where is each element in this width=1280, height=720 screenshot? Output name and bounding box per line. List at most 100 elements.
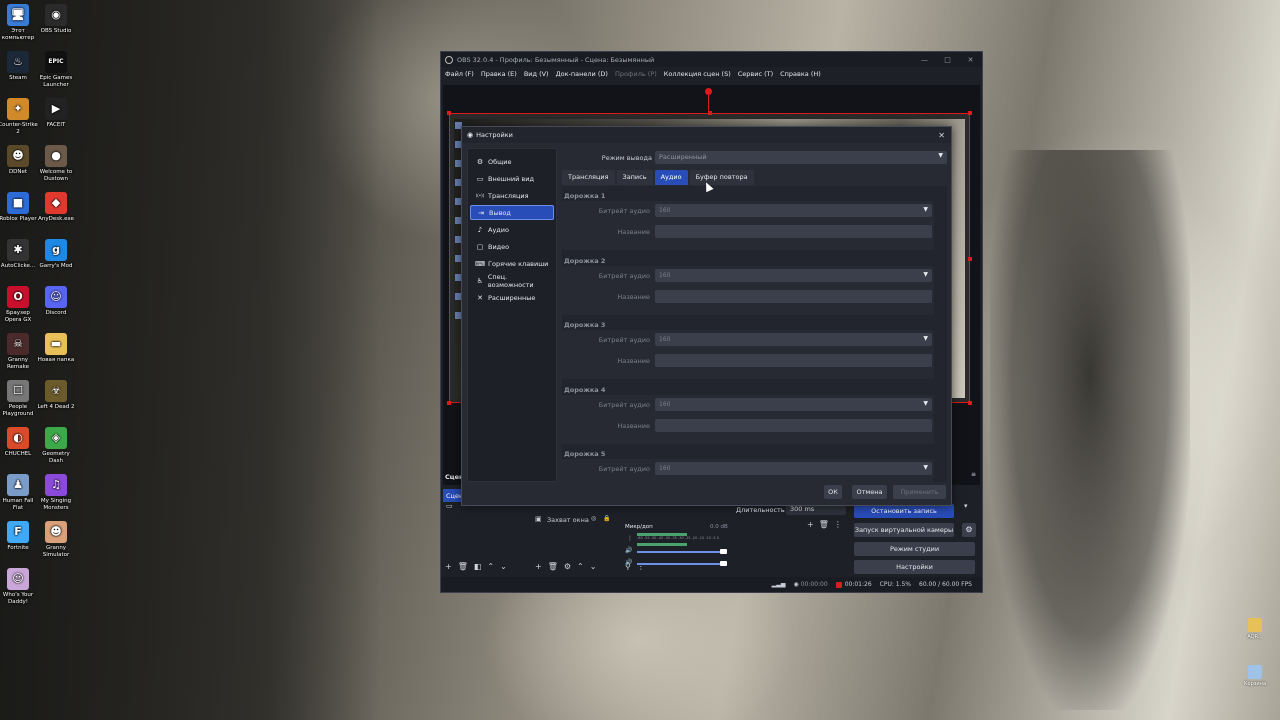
dock-menu-icon[interactable]: ≡ xyxy=(971,471,976,478)
rotation-handle[interactable] xyxy=(705,88,712,95)
lock-icon[interactable]: 🔒 xyxy=(603,515,610,522)
output-tab[interactable]: Буфер повтора xyxy=(689,170,754,185)
audio-bitrate-select[interactable]: 160 ▼ xyxy=(655,333,932,346)
desktop-icon[interactable]: g Garry's Mod xyxy=(36,239,76,270)
tray-item-recycle-bin[interactable]: Корзина xyxy=(1240,665,1270,687)
chevron-down-icon[interactable]: ▾ xyxy=(964,502,968,510)
desktop-icon[interactable]: ● Welcome to Dustown xyxy=(36,145,76,183)
output-tab[interactable]: Аудио xyxy=(654,170,688,185)
start-virtual-camera-button[interactable]: Запуск виртуальной камеры xyxy=(854,523,954,537)
desktop-icon[interactable]: ☐ People Playground xyxy=(0,380,38,418)
audio-bitrate-select[interactable]: 160 ▼ xyxy=(655,204,932,217)
desktop-icon[interactable]: ◐ CHUCHEL xyxy=(0,427,38,458)
desktop-icon[interactable]: ☻ DDNet xyxy=(0,145,38,176)
output-mode-select[interactable]: Расширенный ▼ xyxy=(655,151,947,164)
desktop-icon[interactable]: ▬ Новая папка xyxy=(36,333,76,364)
desktop-icon[interactable]: ◈ Geometry Dash xyxy=(36,427,76,465)
tray-item-folder[interactable]: AQR... xyxy=(1240,618,1270,640)
close-icon[interactable]: ✕ xyxy=(959,56,982,64)
cancel-button[interactable]: Отмена xyxy=(852,485,887,499)
volume-slider-knob[interactable] xyxy=(720,549,727,554)
track-name-input[interactable] xyxy=(655,354,932,367)
obs-titlebar[interactable]: OBS 32.0.4 - Профиль: Безымянный - Сцена… xyxy=(441,52,982,67)
studio-mode-button[interactable]: Режим студии xyxy=(854,542,975,556)
desktop-icon[interactable]: 🖥 Этот компьютер xyxy=(0,4,38,42)
stop-recording-button[interactable]: Остановить запись xyxy=(854,504,954,518)
source-list-item[interactable]: Захват окна xyxy=(547,516,589,524)
desktop-icon[interactable]: ☣ Left 4 Dead 2 xyxy=(36,380,76,411)
desktop-icon[interactable]: O Браузер Opera GX xyxy=(0,286,38,324)
track-name-input[interactable] xyxy=(655,418,932,432)
resize-handle[interactable] xyxy=(968,257,972,261)
speaker-icon[interactable]: 🔊 xyxy=(625,559,632,566)
settings-button[interactable]: Настройки xyxy=(854,560,975,574)
desktop-icon[interactable]: ☺ Discord xyxy=(36,286,76,317)
resize-handle[interactable] xyxy=(447,401,451,405)
settings-category-item[interactable]: ✕ Расширенные xyxy=(470,290,554,305)
settings-category-item[interactable]: ♿ Спец. возможности xyxy=(470,273,554,289)
ok-button[interactable]: ОК xyxy=(824,485,842,499)
menu-item[interactable]: Файл (F) xyxy=(445,70,474,78)
output-tab[interactable]: Запись xyxy=(616,170,653,185)
scrollbar[interactable] xyxy=(938,186,946,482)
settings-category-item[interactable]: ⚙ Общие xyxy=(470,154,554,169)
output-tab[interactable]: Трансляция xyxy=(562,170,615,185)
desktop-icon[interactable]: ☻ Granny Simulator xyxy=(36,521,76,559)
desktop-icon[interactable]: EPIC Epic Games Launcher xyxy=(36,51,76,89)
settings-category-item[interactable]: ((•)) Трансляция xyxy=(470,188,554,203)
sources-toolbar[interactable]: +🗑⚙⌃⌄ xyxy=(535,562,602,571)
desktop-icon[interactable]: ♫ My Singing Monsters xyxy=(36,474,76,512)
menu-item[interactable]: Правка (E) xyxy=(481,70,517,78)
desktop-icon[interactable]: ◆ AnyDesk.exe xyxy=(36,192,76,223)
speaker-icon[interactable]: 🔊 xyxy=(625,547,632,554)
menu-item[interactable]: Коллекция сцен (S) xyxy=(664,70,731,78)
minimize-icon[interactable]: — xyxy=(913,56,936,64)
menu-item[interactable]: Вид (V) xyxy=(524,70,549,78)
desktop-icon[interactable]: ✱ AutoClicke... xyxy=(0,239,38,270)
menu-item[interactable]: Справка (H) xyxy=(780,70,821,78)
resize-handle[interactable] xyxy=(968,401,972,405)
desktop-icon[interactable]: ♟ Human Fall Flat xyxy=(0,474,38,512)
desktop-icon-label: People Playground xyxy=(2,404,34,417)
chevron-down-icon: ▼ xyxy=(923,270,928,278)
menu-item[interactable]: Док-панели (D) xyxy=(556,70,608,78)
audio-bitrate-select[interactable]: 160 ▼ xyxy=(655,268,932,282)
desktop-icon[interactable]: ■ Roblox Player xyxy=(0,192,38,223)
resize-handle[interactable] xyxy=(447,111,451,115)
desktop-icon[interactable]: ☺ Who's Your Daddy! xyxy=(0,568,38,606)
menu-item[interactable]: Сервис (T) xyxy=(738,70,773,78)
scenes-toolbar[interactable]: +🗑◧⌃⌄ xyxy=(445,562,513,571)
desktop-icon[interactable]: ◉ OBS Studio xyxy=(36,4,76,35)
desktop-icon[interactable]: ☠ Granny Remake xyxy=(0,333,38,371)
category-icon: ♿ xyxy=(476,276,484,285)
visibility-icon[interactable]: ◎ xyxy=(591,515,596,522)
settings-category-item[interactable]: ▭ Внешний вид xyxy=(470,171,554,186)
audio-bitrate-select[interactable]: 160 ▼ xyxy=(655,397,932,411)
menu-item[interactable]: Профиль (P) xyxy=(615,70,657,78)
settings-titlebar[interactable]: ◉ Настройки ✕ xyxy=(462,127,951,143)
settings-category-item[interactable]: ▢ Видео xyxy=(470,239,554,254)
maximize-icon[interactable]: □ xyxy=(936,56,959,64)
kebab-icon[interactable]: ⋮ xyxy=(627,535,633,542)
apply-button[interactable]: Применить xyxy=(893,485,946,499)
virtual-camera-settings-gear-icon[interactable]: ⚙ xyxy=(962,523,976,537)
volume-slider-knob[interactable] xyxy=(720,561,727,566)
desktop-icon[interactable]: F Fortnite xyxy=(0,521,38,552)
track-name-input[interactable] xyxy=(655,289,932,303)
close-icon[interactable]: ✕ xyxy=(938,131,945,140)
track-name-input[interactable] xyxy=(655,225,932,238)
monitor-icon[interactable]: ▭ xyxy=(446,502,453,510)
settings-category-item[interactable]: ⇥ Вывод xyxy=(470,205,554,220)
volume-slider-track[interactable] xyxy=(637,551,727,553)
desktop-icon[interactable]: ▶ FACEIT xyxy=(36,98,76,129)
audio-bitrate-select[interactable]: 160 ▼ xyxy=(655,462,932,475)
transition-toolbar[interactable]: +🗑⋮ xyxy=(807,520,847,529)
audio-tracks-panel[interactable]: Дорожка 1 Битрейт аудио 160 ▼ Название Дорожк… xyxy=(562,186,947,482)
track-name-label: Название xyxy=(617,292,650,301)
resize-handle[interactable] xyxy=(968,111,972,115)
settings-category-item[interactable]: ♪ Аудио xyxy=(470,222,554,237)
desktop-icon[interactable]: ✦ Counter-Strike 2 xyxy=(0,98,38,136)
settings-category-item[interactable]: ⌨ Горячие клавиши xyxy=(470,256,554,271)
desktop-icon[interactable]: ♨ Steam xyxy=(0,51,38,82)
volume-slider-track[interactable] xyxy=(637,563,727,565)
